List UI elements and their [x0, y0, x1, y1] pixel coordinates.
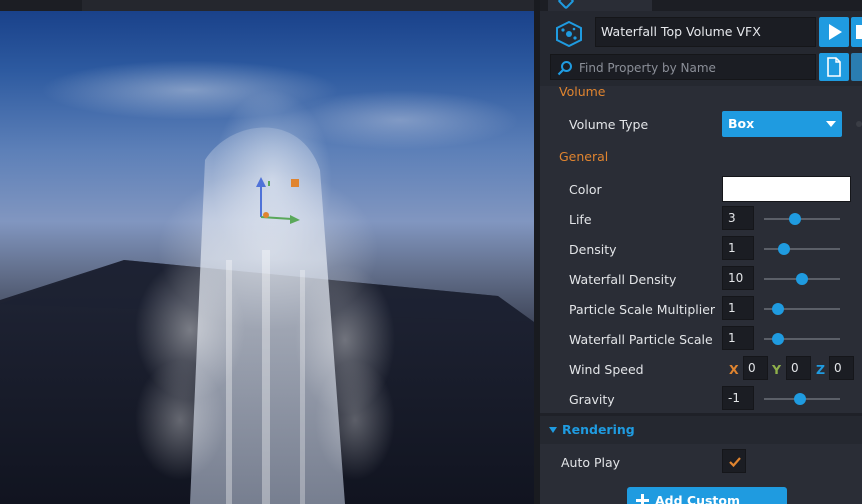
chevron-down-icon: [549, 427, 557, 433]
color-label: Color: [569, 182, 602, 197]
wind-y-label: Y: [772, 362, 782, 377]
waterfall-density-slider-handle[interactable]: [796, 273, 808, 285]
waterfall-density-slider[interactable]: [764, 273, 840, 285]
wind-speed-label: Wind Speed: [569, 362, 644, 377]
gravity-slider-handle[interactable]: [793, 393, 806, 405]
property-search[interactable]: [550, 54, 816, 80]
waterfall-particles: [135, 90, 395, 504]
density-slider[interactable]: [764, 243, 840, 255]
section-rendering: Rendering: [562, 422, 635, 437]
waterfall-particle-scale-slider[interactable]: [764, 333, 840, 345]
gravity-slider[interactable]: [764, 393, 840, 405]
search-input[interactable]: [579, 59, 809, 77]
tab-properties[interactable]: [548, 0, 652, 11]
object-header: Waterfall Top Volume VFX: [540, 11, 862, 86]
auto-play-checkbox[interactable]: [722, 449, 746, 473]
checkmark-icon: [729, 457, 741, 468]
play-icon: [829, 24, 842, 40]
secondary-panel-button[interactable]: [851, 53, 862, 81]
wind-y-field[interactable]: 0: [786, 356, 811, 380]
color-swatch[interactable]: [722, 176, 851, 202]
waterfall-particle-scale-slider-handle[interactable]: [771, 333, 784, 345]
life-slider[interactable]: [764, 213, 840, 225]
section-volume: Volume: [559, 84, 606, 99]
waterfall-particle-scale-field[interactable]: 1: [722, 326, 754, 350]
rendering-section-header[interactable]: Rendering: [540, 416, 862, 444]
density-label: Density: [569, 242, 617, 257]
particle-scale-multiplier-label: Particle Scale Multiplier: [569, 302, 716, 317]
life-slider-handle[interactable]: [789, 213, 802, 225]
volume-type-value: Box: [728, 116, 755, 131]
stop-icon: [856, 25, 862, 39]
scene-viewport[interactable]: [0, 0, 534, 504]
chevron-down-icon: [826, 121, 836, 127]
wind-x-label: X: [729, 362, 739, 377]
gravity-field[interactable]: -1: [722, 386, 754, 410]
properties-tab-icon: [557, 0, 575, 10]
volume-type-dropdown[interactable]: Box: [722, 111, 842, 137]
waterfall-density-label: Waterfall Density: [569, 272, 677, 287]
particle-scale-multiplier-slider[interactable]: [764, 303, 840, 315]
vfx-icon: [556, 21, 582, 47]
volume-type-label: Volume Type: [569, 117, 649, 132]
add-custom-property-label: Add Custom Property: [655, 493, 741, 504]
panel-tab-bar: [540, 0, 862, 11]
particle-scale-multiplier-field[interactable]: 1: [722, 296, 754, 320]
document-button[interactable]: [819, 53, 849, 81]
density-slider-handle[interactable]: [777, 243, 790, 255]
waterfall-particle-scale-label: Waterfall Particle Scale: [569, 332, 713, 347]
auto-play-label: Auto Play: [561, 455, 621, 470]
wind-z-field[interactable]: 0: [829, 356, 854, 380]
particle-scale-multiplier-slider-handle[interactable]: [771, 303, 784, 315]
wind-x-field[interactable]: 0: [743, 356, 768, 380]
wind-z-label: Z: [816, 362, 826, 377]
add-custom-property-button[interactable]: Add Custom Property: [627, 487, 787, 504]
reset-dot[interactable]: [856, 121, 862, 127]
gravity-label: Gravity: [569, 392, 615, 407]
properties-panel: Waterfall Top Volume VFX Volume Volume T…: [534, 0, 862, 504]
section-general: General: [559, 149, 609, 164]
life-label: Life: [569, 212, 592, 227]
transform-gizmo-icon[interactable]: [250, 175, 310, 230]
play-button[interactable]: [819, 17, 849, 47]
life-field[interactable]: 3: [722, 206, 754, 230]
density-field[interactable]: 1: [722, 236, 754, 260]
stop-button[interactable]: [851, 17, 862, 47]
search-icon: [557, 61, 572, 76]
plus-icon: [636, 494, 649, 504]
object-name-field[interactable]: Waterfall Top Volume VFX: [595, 17, 816, 47]
document-icon: [827, 57, 841, 77]
waterfall-density-field[interactable]: 10: [722, 266, 754, 290]
